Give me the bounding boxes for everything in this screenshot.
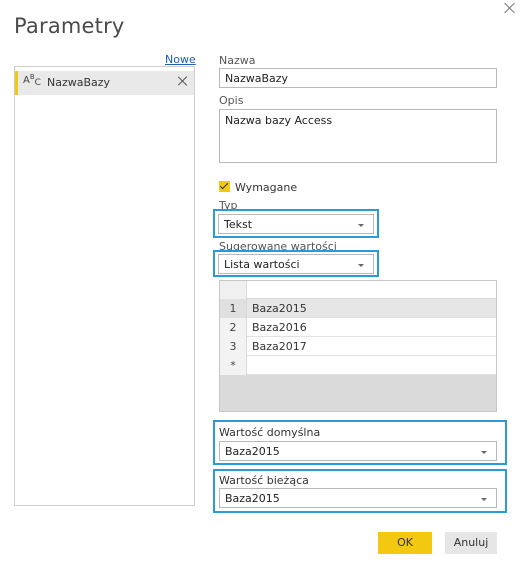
- name-field[interactable]: NazwaBazy: [219, 68, 497, 88]
- row-number: *: [220, 356, 247, 375]
- parameter-name-label: NazwaBazy: [47, 76, 111, 89]
- close-icon[interactable]: [503, 1, 517, 15]
- row-number: 2: [220, 318, 247, 337]
- suggested-values-select-value: Lista wartości: [224, 258, 300, 271]
- current-value-label: Wartość bieżąca: [219, 474, 309, 487]
- name-label: Nazwa: [219, 54, 256, 67]
- table-row[interactable]: 3 Baza2017: [220, 337, 496, 356]
- current-value-select[interactable]: Baza2015: [219, 488, 497, 508]
- table-row[interactable]: 2 Baza2016: [220, 318, 496, 337]
- row-number: 3: [220, 337, 247, 356]
- row-value[interactable]: Baza2016: [252, 318, 307, 337]
- description-field[interactable]: Nazwa bazy Access: [219, 109, 497, 163]
- new-parameter-link[interactable]: Nowe: [165, 53, 196, 66]
- parameter-list-item[interactable]: ABC NazwaBazy: [15, 71, 194, 95]
- required-label: Wymagane: [235, 181, 298, 194]
- values-table: 1 Baza2015 2 Baza2016 3 Baza2017 *: [219, 280, 497, 412]
- suggested-values-select[interactable]: Lista wartości: [218, 254, 374, 274]
- type-select[interactable]: Tekst: [218, 214, 374, 234]
- ok-button[interactable]: OK: [378, 532, 432, 554]
- table-row-new[interactable]: *: [220, 356, 496, 375]
- type-select-value: Tekst: [224, 218, 253, 231]
- row-value[interactable]: Baza2015: [252, 299, 307, 318]
- default-value-select-value: Baza2015: [225, 445, 280, 458]
- delete-parameter-icon[interactable]: [178, 76, 188, 86]
- chevron-down-icon: [481, 451, 487, 454]
- parameter-list: ABC NazwaBazy: [14, 66, 195, 506]
- required-checkbox[interactable]: [219, 181, 230, 192]
- table-row[interactable]: 1 Baza2015: [220, 299, 496, 318]
- chevron-down-icon: [481, 498, 487, 501]
- abc-text-type-icon: ABC: [23, 73, 41, 88]
- chevron-down-icon: [358, 224, 364, 227]
- default-value-select[interactable]: Baza2015: [219, 441, 497, 461]
- chevron-down-icon: [358, 264, 364, 267]
- cancel-button[interactable]: Anuluj: [445, 532, 497, 554]
- row-value[interactable]: Baza2017: [252, 337, 307, 356]
- default-value-label: Wartość domyślna: [219, 426, 321, 439]
- row-number: 1: [220, 299, 247, 318]
- table-header-corner: [220, 281, 247, 299]
- dialog-title: Parametry: [14, 14, 125, 38]
- description-label: Opis: [219, 94, 244, 107]
- current-value-select-value: Baza2015: [225, 492, 280, 505]
- table-header: [220, 281, 496, 299]
